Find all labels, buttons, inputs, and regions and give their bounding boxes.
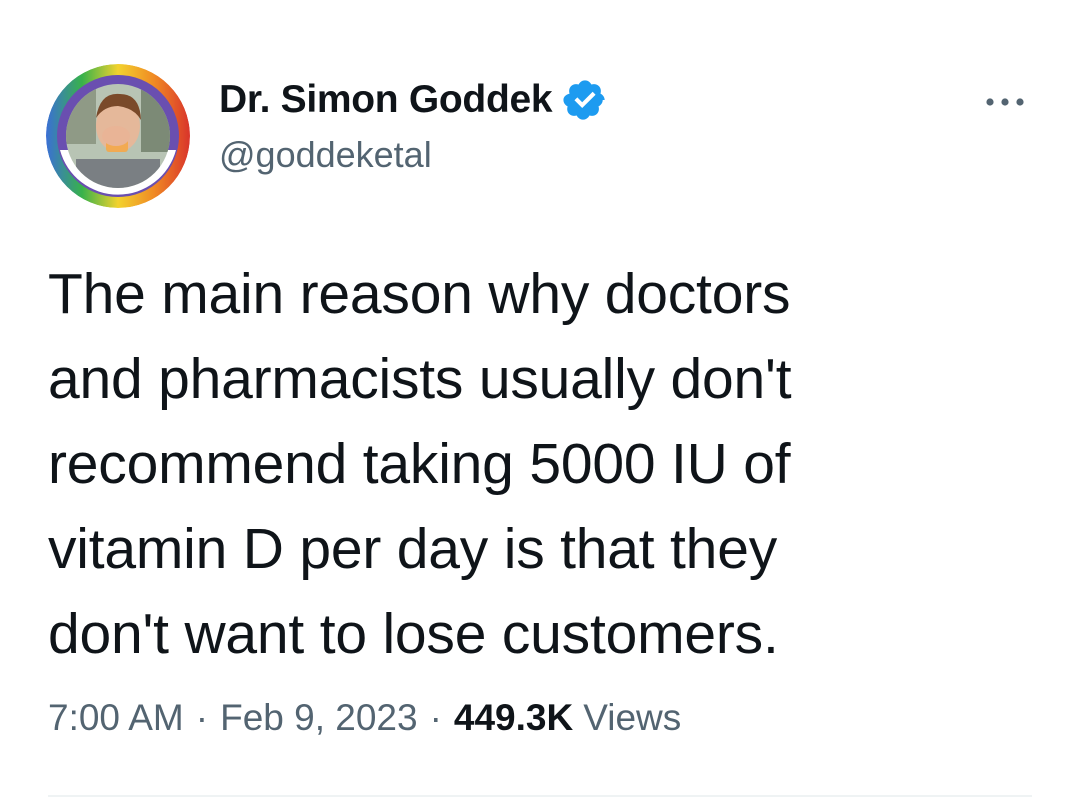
name-row: Dr. Simon Goddek [219,74,608,126]
handle[interactable]: @goddeketal [219,134,608,176]
views-label: Views [583,697,682,738]
views-count: 449.3K [453,697,574,738]
divider [48,795,1032,797]
avatar[interactable] [46,64,190,208]
verified-badge-icon [562,77,608,123]
tweet: Dr. Simon Goddek @goddeketal The main re… [0,0,1080,803]
tweet-meta: 7:00 AM · Feb 9, 2023 · 449.3K Views [48,697,681,739]
meta-separator: · [195,697,209,738]
display-name[interactable]: Dr. Simon Goddek [219,78,553,122]
avatar-image [46,64,190,208]
tweet-text: The main reason why doctors and pharmaci… [48,262,792,666]
meta-separator: · [429,697,442,738]
tweet-date[interactable]: Feb 9, 2023 [220,697,417,739]
tweet-time[interactable]: 7:00 AM [48,697,184,739]
author-block: Dr. Simon Goddek @goddeketal [219,74,608,176]
more-options-icon[interactable] [976,90,1036,114]
